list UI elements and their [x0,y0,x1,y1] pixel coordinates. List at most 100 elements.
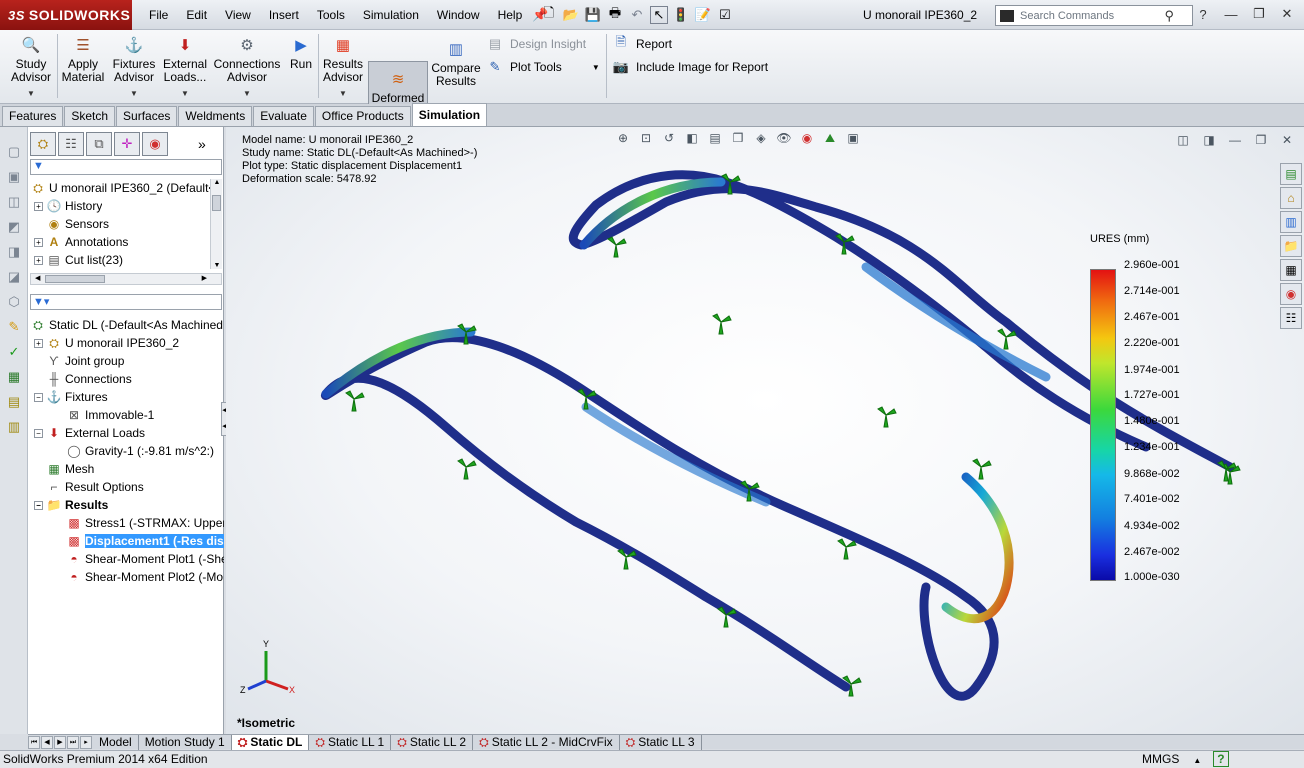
dropdown-arrow-icon[interactable]: ▼ [243,87,251,100]
tab-static-ll-2-midcrvfix[interactable]: ⛭ Static LL 2 - MidCrvFix [473,734,620,750]
fixtures-advisor-button[interactable]: ⚓ Fixtures Advisor ▼ [110,34,158,100]
undo-icon[interactable]: ↶ [628,6,646,24]
constraint-icon[interactable]: ✓ [3,341,25,363]
menu-insert[interactable]: Insert [260,0,308,30]
dropdown-arrow-icon[interactable]: ▼ [592,63,600,72]
tab-surfaces[interactable]: Surfaces [116,106,178,126]
tree-study[interactable]: ⛭ Static DL (-Default<As Machined [30,316,224,334]
tree-item-history[interactable]: + 🕓 History [34,197,102,215]
prev-tab-button[interactable]: ◀ [41,735,53,749]
dropdown-arrow-icon[interactable]: ▼ [27,87,35,100]
tab-sketch[interactable]: Sketch [64,106,116,126]
mesh-tool-icon[interactable]: ▦ [3,366,25,388]
dimxpert-tab-icon[interactable]: ✛ [114,132,140,156]
solidworks-logo[interactable]: 3S SOLIDWORKS [0,0,132,30]
expand-icon[interactable]: + [34,255,43,265]
property-manager-tab-icon[interactable]: ☷ [58,132,84,156]
tab-weldments[interactable]: Weldments [178,106,253,126]
sketch-icon[interactable]: ✎ [3,316,25,338]
last-tab-button[interactable]: ⏭ [67,735,79,749]
menu-file[interactable]: File [140,0,177,30]
search-input[interactable]: Search Commands ⚲ [995,5,1193,26]
expand-icon[interactable]: + [34,201,43,211]
dropdown-arrow-icon[interactable]: ▼ [339,87,347,100]
tab-motion-study-1[interactable]: Motion Study 1 [139,734,232,750]
plot-tools-button[interactable]: ✎ Plot Tools ▼ [486,58,600,76]
tab-features[interactable]: Features [2,106,64,126]
design-insight-button[interactable]: ▤ Design Insight [486,35,586,53]
feature-tree-hscroll[interactable]: ◀ ▶ [30,273,222,285]
menu-edit[interactable]: Edit [177,0,216,30]
menu-simulation[interactable]: Simulation [354,0,428,30]
menu-help[interactable]: Help [489,0,532,30]
tree-result-shear-moment-2[interactable]: ◓ Shear-Moment Plot2 (-Mo [66,568,224,586]
tree-connections[interactable]: ╫ Connections [46,370,132,388]
tree-root-part[interactable]: ⛭ U monorail IPE360_2 (Default< [30,179,214,197]
tree-result-stress[interactable]: ▩ Stress1 (-STRMAX: Upper b [66,514,224,532]
loft-icon[interactable]: ◪ [3,266,25,288]
collapse-icon[interactable]: − [34,392,43,402]
feature-tree-vscroll[interactable]: ▲ ▼ [210,179,222,269]
new-document-icon[interactable]: 🗋 [540,5,558,24]
solidworks-resources-icon[interactable]: ▤ [1280,163,1302,185]
tab-static-ll-2[interactable]: ⛭ Static LL 2 [391,734,474,750]
save-icon[interactable]: 💾 [584,6,602,24]
feature-manager-tab-icon[interactable]: ⛭ [30,132,56,156]
tab-evaluate[interactable]: Evaluate [253,106,314,126]
study-advisor-button[interactable]: 🔍 Study Advisor ▼ [10,34,52,100]
tree-result-shear-moment-1[interactable]: ◓ Shear-Moment Plot1 (-She [66,550,224,568]
menu-view[interactable]: View [216,0,260,30]
tree-item-cut-list[interactable]: + ▤ Cut list(23) [34,251,123,269]
revolve-icon[interactable]: ◩ [3,216,25,238]
first-tab-button[interactable]: ⏮ [28,735,40,749]
expand-icon[interactable]: + [34,338,43,348]
graphics-viewport[interactable]: ⊕ ⊡ ↺ ◧ ▤ ❒ ◈ 👁 ◉ ⛰ ▣ ◫ ◨ — ❐ ✕ Model na… [226,127,1304,734]
tree-fixtures[interactable]: − ⚓ Fixtures [34,388,108,406]
legend-color-bar[interactable] [1090,269,1116,581]
tree-part[interactable]: + ⛭ U monorail IPE360_2 [34,334,179,352]
status-units[interactable]: MMGS ▲? [1142,751,1229,768]
help-status-icon[interactable]: ? [1213,751,1229,767]
expand-icon[interactable]: + [34,237,43,247]
help-icon[interactable]: ? [1192,4,1214,24]
dropdown-arrow-icon[interactable]: ▲ [1193,756,1201,765]
shell-icon[interactable]: ⬡ [3,291,25,313]
tab-static-dl[interactable]: ⛭ Static DL [231,734,310,750]
tree-result-options[interactable]: ⌐ Result Options [46,478,143,496]
select-icon[interactable]: ↖ [650,6,668,24]
next-tab-button[interactable]: ▶ [54,735,66,749]
run-button[interactable]: ▶ Run [286,34,316,71]
report-tool-icon[interactable]: ▥ [3,416,25,438]
tree-mesh[interactable]: ▦ Mesh [46,460,94,478]
tree-result-displacement[interactable]: ▩ Displacement1 (-Res disp [66,532,224,550]
tree-item-annotations[interactable]: + A Annotations [34,233,128,251]
beam-hot-end[interactable] [941,472,1014,624]
include-image-button[interactable]: 📷 Include Image for Report [612,58,768,76]
close-button[interactable]: ✕ [1276,4,1298,24]
tree-immovable[interactable]: ⊠ Immovable-1 [66,406,154,424]
tree-gravity[interactable]: ◯ Gravity-1 (:-9.81 m/s^2:) [66,442,214,460]
home-icon[interactable]: ⌂ [1280,187,1302,209]
menu-window[interactable]: Window [428,0,489,30]
report-button[interactable]: 🗎 Report [612,34,672,53]
configuration-manager-tab-icon[interactable]: ⧉ [86,132,112,156]
cut-icon[interactable]: ◫ [3,191,25,213]
restore-button[interactable]: ❐ [1248,4,1270,24]
tab-static-ll-3[interactable]: ⛭ Static LL 3 [620,734,702,750]
results-tool-icon[interactable]: ▤ [3,391,25,413]
dropdown-arrow-icon[interactable]: ▼ [181,87,189,100]
search-icon[interactable]: ⚲ [1164,8,1174,24]
external-loads-button[interactable]: ⬇ External Loads... ▼ [160,34,210,100]
tree-external-loads[interactable]: − ⬇ External Loads [34,424,145,442]
simulation-tree-filter[interactable]: ▼▾ [30,294,222,310]
file-properties-icon[interactable]: 📝 [694,6,712,24]
collapse-icon[interactable]: − [34,428,43,438]
tab-simulation[interactable]: Simulation [411,103,488,126]
tab-office-products[interactable]: Office Products [314,106,411,126]
more-tabs-button[interactable]: ▸ [80,735,92,749]
results-advisor-button[interactable]: ▦ Results Advisor ▼ [320,34,366,100]
extrude-icon[interactable]: ▣ [3,166,25,188]
tab-static-ll-1[interactable]: ⛭ Static LL 1 [309,734,392,750]
custom-properties-icon[interactable]: ☷ [1280,307,1302,329]
expand-panel-icon[interactable]: » [198,132,206,156]
